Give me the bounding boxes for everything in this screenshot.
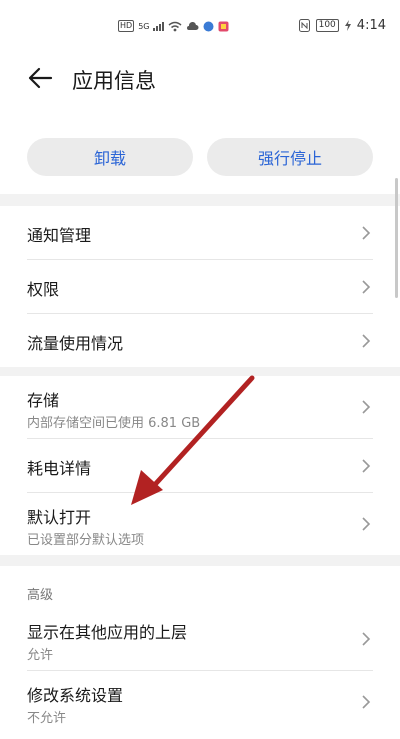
item-label: 流量使用情况 — [27, 334, 124, 353]
item-subtitle: 已设置部分默认选项 — [27, 533, 145, 548]
chevron-right-icon — [362, 333, 371, 348]
list-item-battery-details[interactable]: 耗电详情 — [27, 439, 373, 493]
page-title: 应用信息 — [72, 69, 156, 93]
app-notification-icon-2 — [218, 21, 229, 31]
chevron-right-icon — [362, 279, 371, 294]
item-label: 默认打开 — [27, 508, 92, 527]
settings-group-advanced: 高级 显示在其他应用的上层 允许 修改系统设置 不允许 — [0, 566, 400, 739]
list-item-notification-management[interactable]: 通知管理 — [27, 206, 373, 260]
list-item-display-over-other-apps[interactable]: 显示在其他应用的上层 允许 — [27, 608, 373, 671]
charging-icon — [344, 20, 351, 31]
cloud-icon — [187, 21, 199, 30]
hd-badge: HD — [118, 20, 135, 32]
item-label: 存储 — [27, 391, 60, 410]
list-item-modify-system-settings[interactable]: 修改系统设置 不允许 — [27, 671, 373, 733]
item-subtitle: 内部存储空间已使用 6.81 GB — [27, 416, 201, 431]
nfc-icon — [298, 19, 310, 32]
app-notification-icon — [203, 21, 214, 31]
app-bar: 应用信息 — [0, 48, 400, 122]
chevron-right-icon — [362, 695, 371, 709]
list-item-data-usage[interactable]: 流量使用情况 — [27, 314, 373, 367]
uninstall-button[interactable]: 卸载 — [27, 138, 193, 176]
chevron-right-icon — [362, 400, 371, 414]
item-label: 显示在其他应用的上层 — [27, 623, 188, 642]
list-item-open-by-default[interactable]: 默认打开 已设置部分默认选项 — [27, 493, 373, 555]
section-title: 高级 — [27, 588, 54, 603]
chevron-right-icon — [362, 225, 371, 240]
wifi-icon — [169, 21, 182, 31]
battery-indicator: 100 — [315, 19, 339, 32]
clock: 4:14 — [356, 18, 386, 33]
item-subtitle: 不允许 — [27, 711, 67, 726]
chevron-right-icon — [362, 458, 371, 473]
chevron-right-icon — [362, 632, 371, 646]
section-header-advanced: 高级 — [27, 566, 373, 608]
action-buttons: 卸载 强行停止 — [0, 122, 400, 194]
status-bar: HD 5G 100 4:14 — [0, 0, 400, 48]
scrollbar[interactable] — [395, 178, 398, 298]
item-label: 通知管理 — [27, 226, 92, 245]
item-label: 权限 — [27, 280, 60, 299]
back-arrow-icon[interactable] — [26, 64, 54, 92]
status-left: HD 5G — [118, 20, 229, 32]
list-item-permissions[interactable]: 权限 — [27, 260, 373, 314]
item-label: 修改系统设置 — [27, 686, 124, 705]
settings-group-1: 通知管理 权限 流量使用情况 — [0, 206, 400, 367]
signal-icon — [153, 21, 165, 31]
network-type: 5G — [138, 21, 150, 31]
item-subtitle: 允许 — [27, 648, 54, 663]
status-right: 100 4:14 — [298, 18, 386, 33]
settings-group-2: 存储 内部存储空间已使用 6.81 GB 耗电详情 默认打开 已设置部分默认选项 — [0, 376, 400, 555]
list-item-storage[interactable]: 存储 内部存储空间已使用 6.81 GB — [27, 376, 373, 439]
force-stop-button[interactable]: 强行停止 — [207, 138, 373, 176]
item-label: 耗电详情 — [27, 459, 92, 478]
chevron-right-icon — [362, 517, 371, 531]
